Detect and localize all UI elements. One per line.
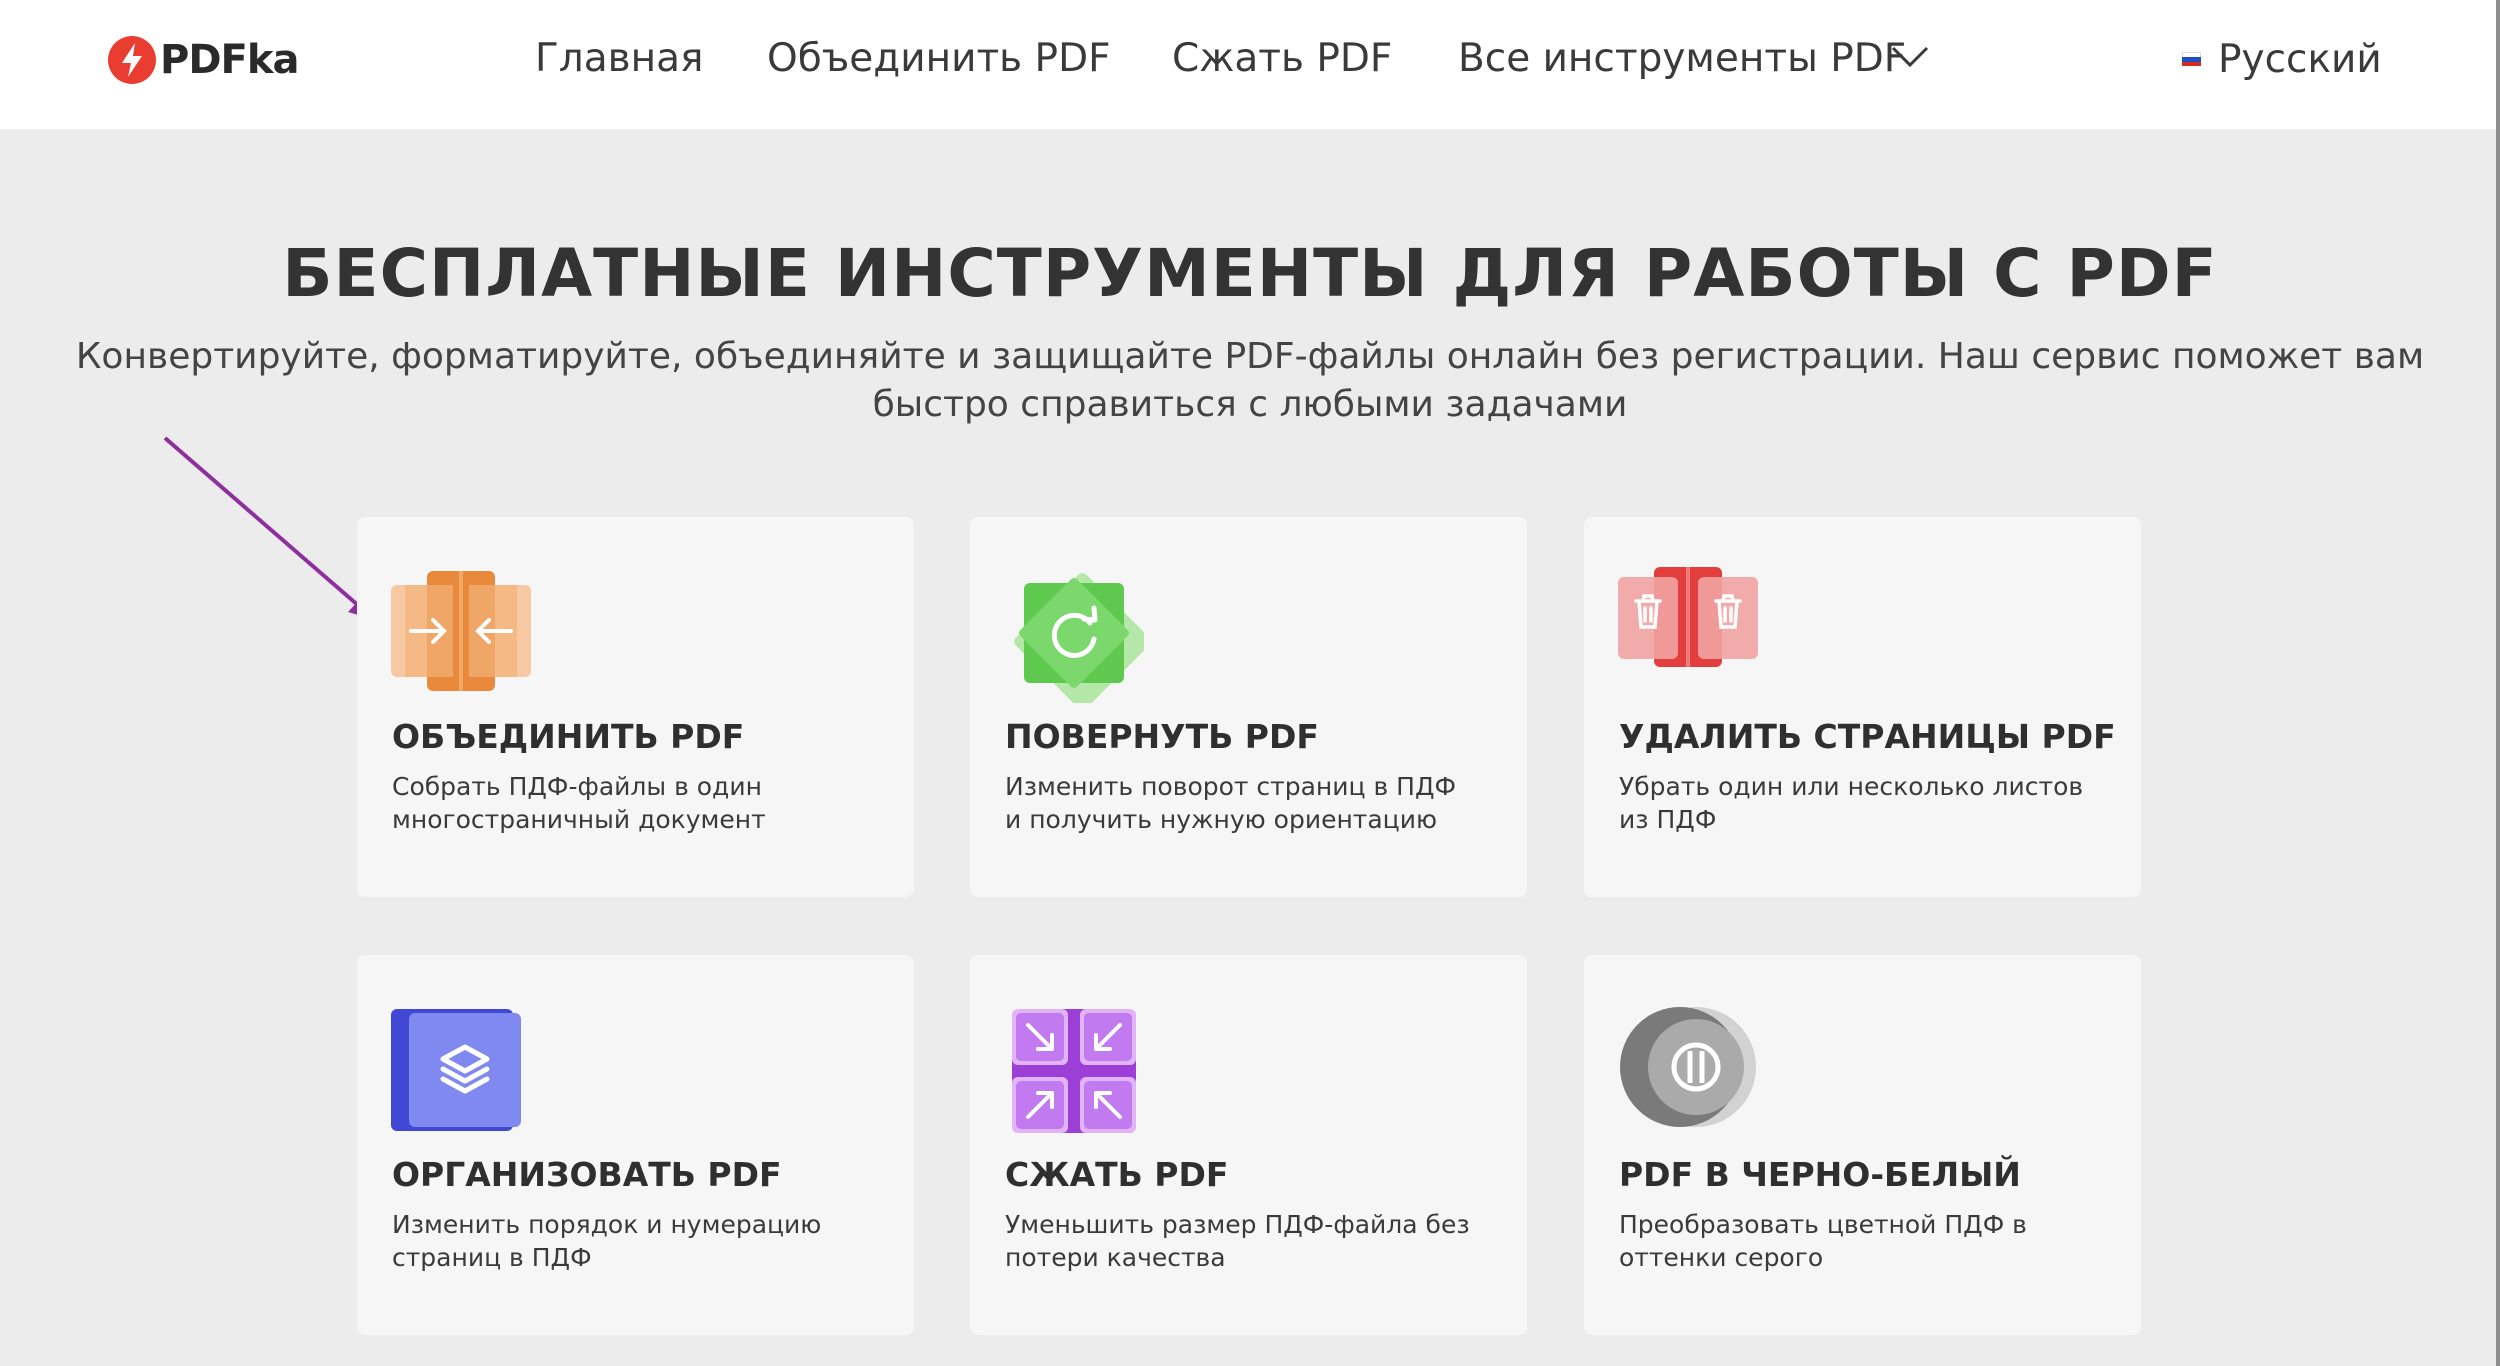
language-label: Русский: [2218, 36, 2382, 82]
tool-card-description: Преобразовать цветной ПДФ в оттенки серо…: [1619, 1210, 2027, 1272]
organize-icon: [391, 1009, 521, 1131]
tool-card-title: ОБЪЕДИНИТЬ PDF: [392, 717, 745, 756]
logo-text: PDFka: [160, 37, 299, 83]
lightning-logo-icon: [108, 36, 156, 84]
nav-compress-pdf[interactable]: Сжать PDF: [1172, 34, 1392, 84]
tool-card-delete-pages[interactable]: УДАЛИТЬ СТРАНИЦЫ PDF Убрать один или нес…: [1584, 517, 2141, 897]
merge-icon: [391, 571, 531, 691]
nav-home[interactable]: Главная: [535, 34, 703, 84]
compress-icon: [1012, 1009, 1136, 1133]
tool-card-description: Уменьшить размер ПДФ-файла без потери ка…: [1005, 1210, 1470, 1272]
tool-card-description: Убрать один или несколько листов из ПДФ: [1619, 772, 2084, 834]
site-header: PDFka Главная Объединить PDF Сжать PDF В…: [0, 0, 2496, 129]
tool-card-rotate[interactable]: ПОВЕРНУТЬ PDF Изменить поворот страниц в…: [970, 517, 1527, 897]
scrollbar[interactable]: [2496, 0, 2500, 1366]
page-subtitle: Конвертируйте, форматируйте, объединяйте…: [75, 336, 2425, 425]
tool-card-title: СЖАТЬ PDF: [1005, 1155, 1229, 1194]
tool-card-title: ОРГАНИЗОВАТЬ PDF: [392, 1155, 782, 1194]
tool-card-title: УДАЛИТЬ СТРАНИЦЫ PDF: [1619, 717, 2116, 756]
tool-card-merge[interactable]: ОБЪЕДИНИТЬ PDF Собрать ПДФ-файлы в один …: [357, 517, 914, 897]
chevron-down-icon[interactable]: [1890, 44, 1930, 70]
language-selector[interactable]: Русский: [2182, 34, 2382, 84]
page-title: БЕСПЛАТНЫЕ ИНСТРУМЕНТЫ ДЛЯ РАБОТЫ С PDF: [282, 235, 2218, 312]
rotate-icon: [1014, 573, 1144, 703]
russian-flag-icon: [2182, 52, 2201, 66]
tool-card-description: Собрать ПДФ-файлы в один многостраничный…: [392, 772, 766, 834]
logo[interactable]: PDFka: [108, 35, 299, 85]
grayscale-icon: [1620, 1007, 1756, 1127]
tool-card-description: Изменить поворот страниц в ПДФ и получит…: [1005, 772, 1457, 834]
tool-card-grayscale[interactable]: PDF В ЧЕРНО-БЕЛЫЙ Преобразовать цветной …: [1584, 955, 2141, 1335]
tool-card-compress[interactable]: СЖАТЬ PDF Уменьшить размер ПДФ-файла без…: [970, 955, 1527, 1335]
tool-card-title: ПОВЕРНУТЬ PDF: [1005, 717, 1319, 756]
tool-card-description: Изменить порядок и нумерацию страниц в П…: [392, 1210, 822, 1272]
delete-pages-icon: [1618, 567, 1758, 667]
tool-card-title: PDF В ЧЕРНО-БЕЛЫЙ: [1619, 1155, 2021, 1194]
tool-card-organize[interactable]: ОРГАНИЗОВАТЬ PDF Изменить порядок и нуме…: [357, 955, 914, 1335]
nav-merge-pdf[interactable]: Объединить PDF: [767, 34, 1111, 84]
nav-all-tools[interactable]: Все инструменты PDF: [1458, 34, 1906, 84]
